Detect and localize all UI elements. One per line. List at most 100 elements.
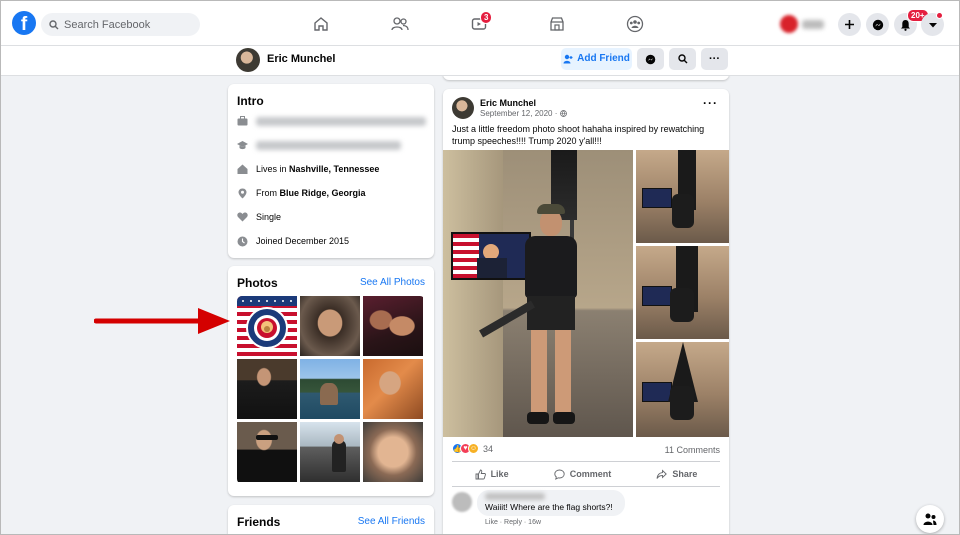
intro-card: Intro Lives in Nashville, Tennessee From…: [228, 84, 434, 258]
location-pin-icon: [237, 188, 248, 199]
briefcase-icon: [237, 116, 248, 127]
like-button[interactable]: Like: [475, 469, 509, 480]
photos-card: Photos See All Photos: [228, 266, 434, 496]
home-icon: [237, 164, 248, 175]
post-photo-collage: [443, 150, 729, 437]
post-text: Just a little freedom photo shoot hahaha…: [452, 124, 705, 146]
relationship-status: Single: [256, 212, 282, 222]
post-side-photo-2[interactable]: [636, 246, 729, 339]
home-icon[interactable]: [310, 13, 332, 35]
watch-video-icon[interactable]: 3: [468, 11, 493, 35]
search-icon: [677, 54, 687, 64]
hometown-prefix: From: [256, 188, 280, 198]
contacts-icon: [923, 513, 937, 525]
photo-thumbnail-selfie-1[interactable]: [300, 296, 360, 356]
lives-in-prefix: Lives in: [256, 164, 290, 174]
comment-text: Waiiit! Where are the flag shorts?!: [485, 502, 613, 512]
like-label: Like: [490, 469, 509, 479]
account-alert-dot: [936, 12, 943, 19]
messenger-icon: [872, 19, 883, 30]
post-side-photo-3[interactable]: [636, 342, 729, 437]
search-box[interactable]: [41, 13, 200, 36]
caret-down-icon: [928, 22, 937, 27]
photo-thumbnail-lake-boat[interactable]: [300, 359, 360, 419]
facebook-logo[interactable]: f: [12, 11, 36, 35]
profile-name[interactable]: Eric Munchel: [267, 53, 335, 65]
photos-grid: [237, 296, 425, 484]
lion-crest-image: [237, 296, 297, 349]
friends-icon[interactable]: [389, 13, 411, 35]
see-all-photos-link[interactable]: See All Photos: [360, 277, 425, 288]
notifications-button[interactable]: 20+: [894, 9, 929, 36]
post-side-photo-1[interactable]: [636, 150, 729, 243]
more-options-button[interactable]: ···: [701, 48, 728, 70]
groups-icon[interactable]: [624, 13, 646, 35]
photo-thumbnail-man-in-bar[interactable]: [237, 359, 297, 419]
top-navigation-bar: f 3 20+: [0, 0, 960, 46]
education-info-redacted: [256, 140, 401, 150]
share-button[interactable]: Share: [656, 468, 698, 480]
photo-thumbnail-lion-crest[interactable]: [237, 296, 297, 356]
post-main-photo[interactable]: [443, 150, 633, 437]
thumbs-up-icon: [475, 469, 486, 479]
intro-row-lives-in: Lives in Nashville, Tennessee: [237, 162, 379, 176]
post-timestamp[interactable]: September 12, 2020 ·: [480, 109, 567, 118]
photo-thumbnail-bar-selfie[interactable]: [363, 296, 423, 356]
photos-title: Photos: [237, 276, 278, 290]
clock-icon: [237, 236, 248, 247]
commenter-avatar-redacted[interactable]: [452, 492, 472, 512]
photo-thumbnail-close-up[interactable]: [363, 422, 423, 482]
graduation-cap-icon: [237, 140, 248, 151]
photo-thumbnail-sunglasses[interactable]: [237, 422, 297, 482]
add-friend-label: Add Friend: [577, 53, 630, 64]
red-annotation-arrow: [94, 308, 230, 334]
comment-bubble: Waiiit! Where are the flag shorts?!: [477, 490, 625, 516]
account-name-redacted: [802, 19, 824, 29]
post-author-avatar[interactable]: [452, 97, 474, 119]
marketplace-icon[interactable]: [546, 13, 568, 35]
intro-row-hometown: From Blue Ridge, Georgia: [237, 186, 366, 200]
share-arrow-icon: [656, 468, 668, 479]
reaction-count: 34: [483, 443, 494, 454]
plus-icon: [845, 20, 854, 29]
message-button[interactable]: [637, 48, 664, 70]
comments-count-link[interactable]: 11 Comments: [665, 445, 720, 455]
photo-thumbnail-canyon-selfie[interactable]: [363, 359, 423, 419]
account-profile-chip[interactable]: [780, 13, 830, 35]
new-message-button[interactable]: [916, 505, 944, 533]
comment-button[interactable]: Comment: [554, 469, 612, 480]
create-button[interactable]: [838, 13, 861, 36]
profile-avatar[interactable]: [236, 48, 260, 72]
post-options-button[interactable]: ···: [703, 97, 718, 109]
intro-title: Intro: [237, 94, 264, 108]
lives-in-city[interactable]: Nashville, Tennessee: [289, 164, 379, 174]
messenger-button[interactable]: [866, 13, 889, 36]
see-all-friends-link[interactable]: See All Friends: [358, 516, 425, 527]
intro-row-work: [237, 114, 426, 128]
add-friend-button[interactable]: Add Friend: [561, 48, 632, 70]
friends-title: Friends: [237, 515, 281, 529]
joined-date: Joined December 2015: [256, 236, 350, 246]
hometown-city[interactable]: Blue Ridge, Georgia: [280, 188, 366, 198]
intro-row-joined: Joined December 2015: [237, 234, 349, 248]
share-label: Share: [672, 469, 698, 479]
comment-bubble-icon: [554, 469, 565, 480]
add-person-icon: [563, 54, 573, 64]
intro-row-education: [237, 138, 401, 152]
reaction-summary[interactable]: 👍 ♥ ☺ 34: [452, 443, 493, 454]
photo-thumbnail-bar-counter[interactable]: [300, 422, 360, 482]
search-icon: [49, 19, 59, 29]
profile-search-button[interactable]: [669, 48, 696, 70]
post-card: Eric Munchel September 12, 2020 · ··· Ju…: [443, 89, 729, 535]
account-avatar: [780, 15, 798, 33]
account-menu-button[interactable]: [921, 12, 944, 36]
haha-reaction-icon: ☺: [468, 443, 479, 454]
commenter-name-redacted: [485, 493, 545, 500]
post-author-name[interactable]: Eric Munchel: [480, 98, 536, 108]
comment-label: Comment: [569, 469, 612, 479]
messenger-icon: [645, 54, 656, 64]
comment-meta[interactable]: Like · Reply · 16w: [485, 519, 541, 526]
friends-card: Friends See All Friends: [228, 505, 434, 535]
work-info-redacted: [256, 116, 426, 126]
search-input[interactable]: [64, 18, 194, 31]
